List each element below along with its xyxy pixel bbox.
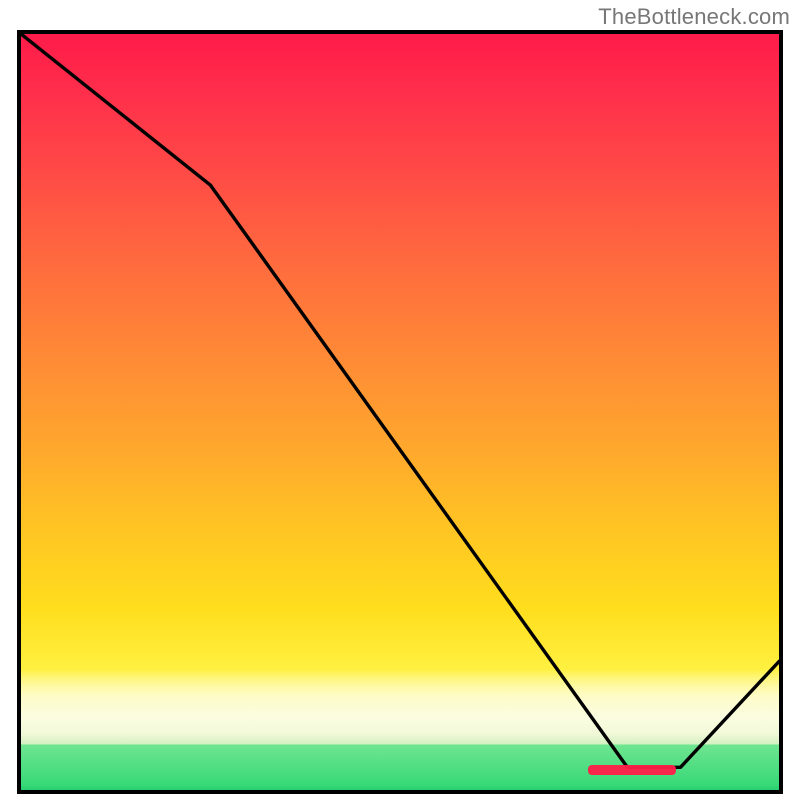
bottleneck-chart xyxy=(17,30,783,794)
curve-svg xyxy=(21,34,779,790)
optimal-marker xyxy=(588,765,676,775)
page-root: TheBottleneck.com xyxy=(0,0,800,800)
attribution-text: TheBottleneck.com xyxy=(598,4,790,30)
bottleneck-curve-path xyxy=(21,34,779,767)
